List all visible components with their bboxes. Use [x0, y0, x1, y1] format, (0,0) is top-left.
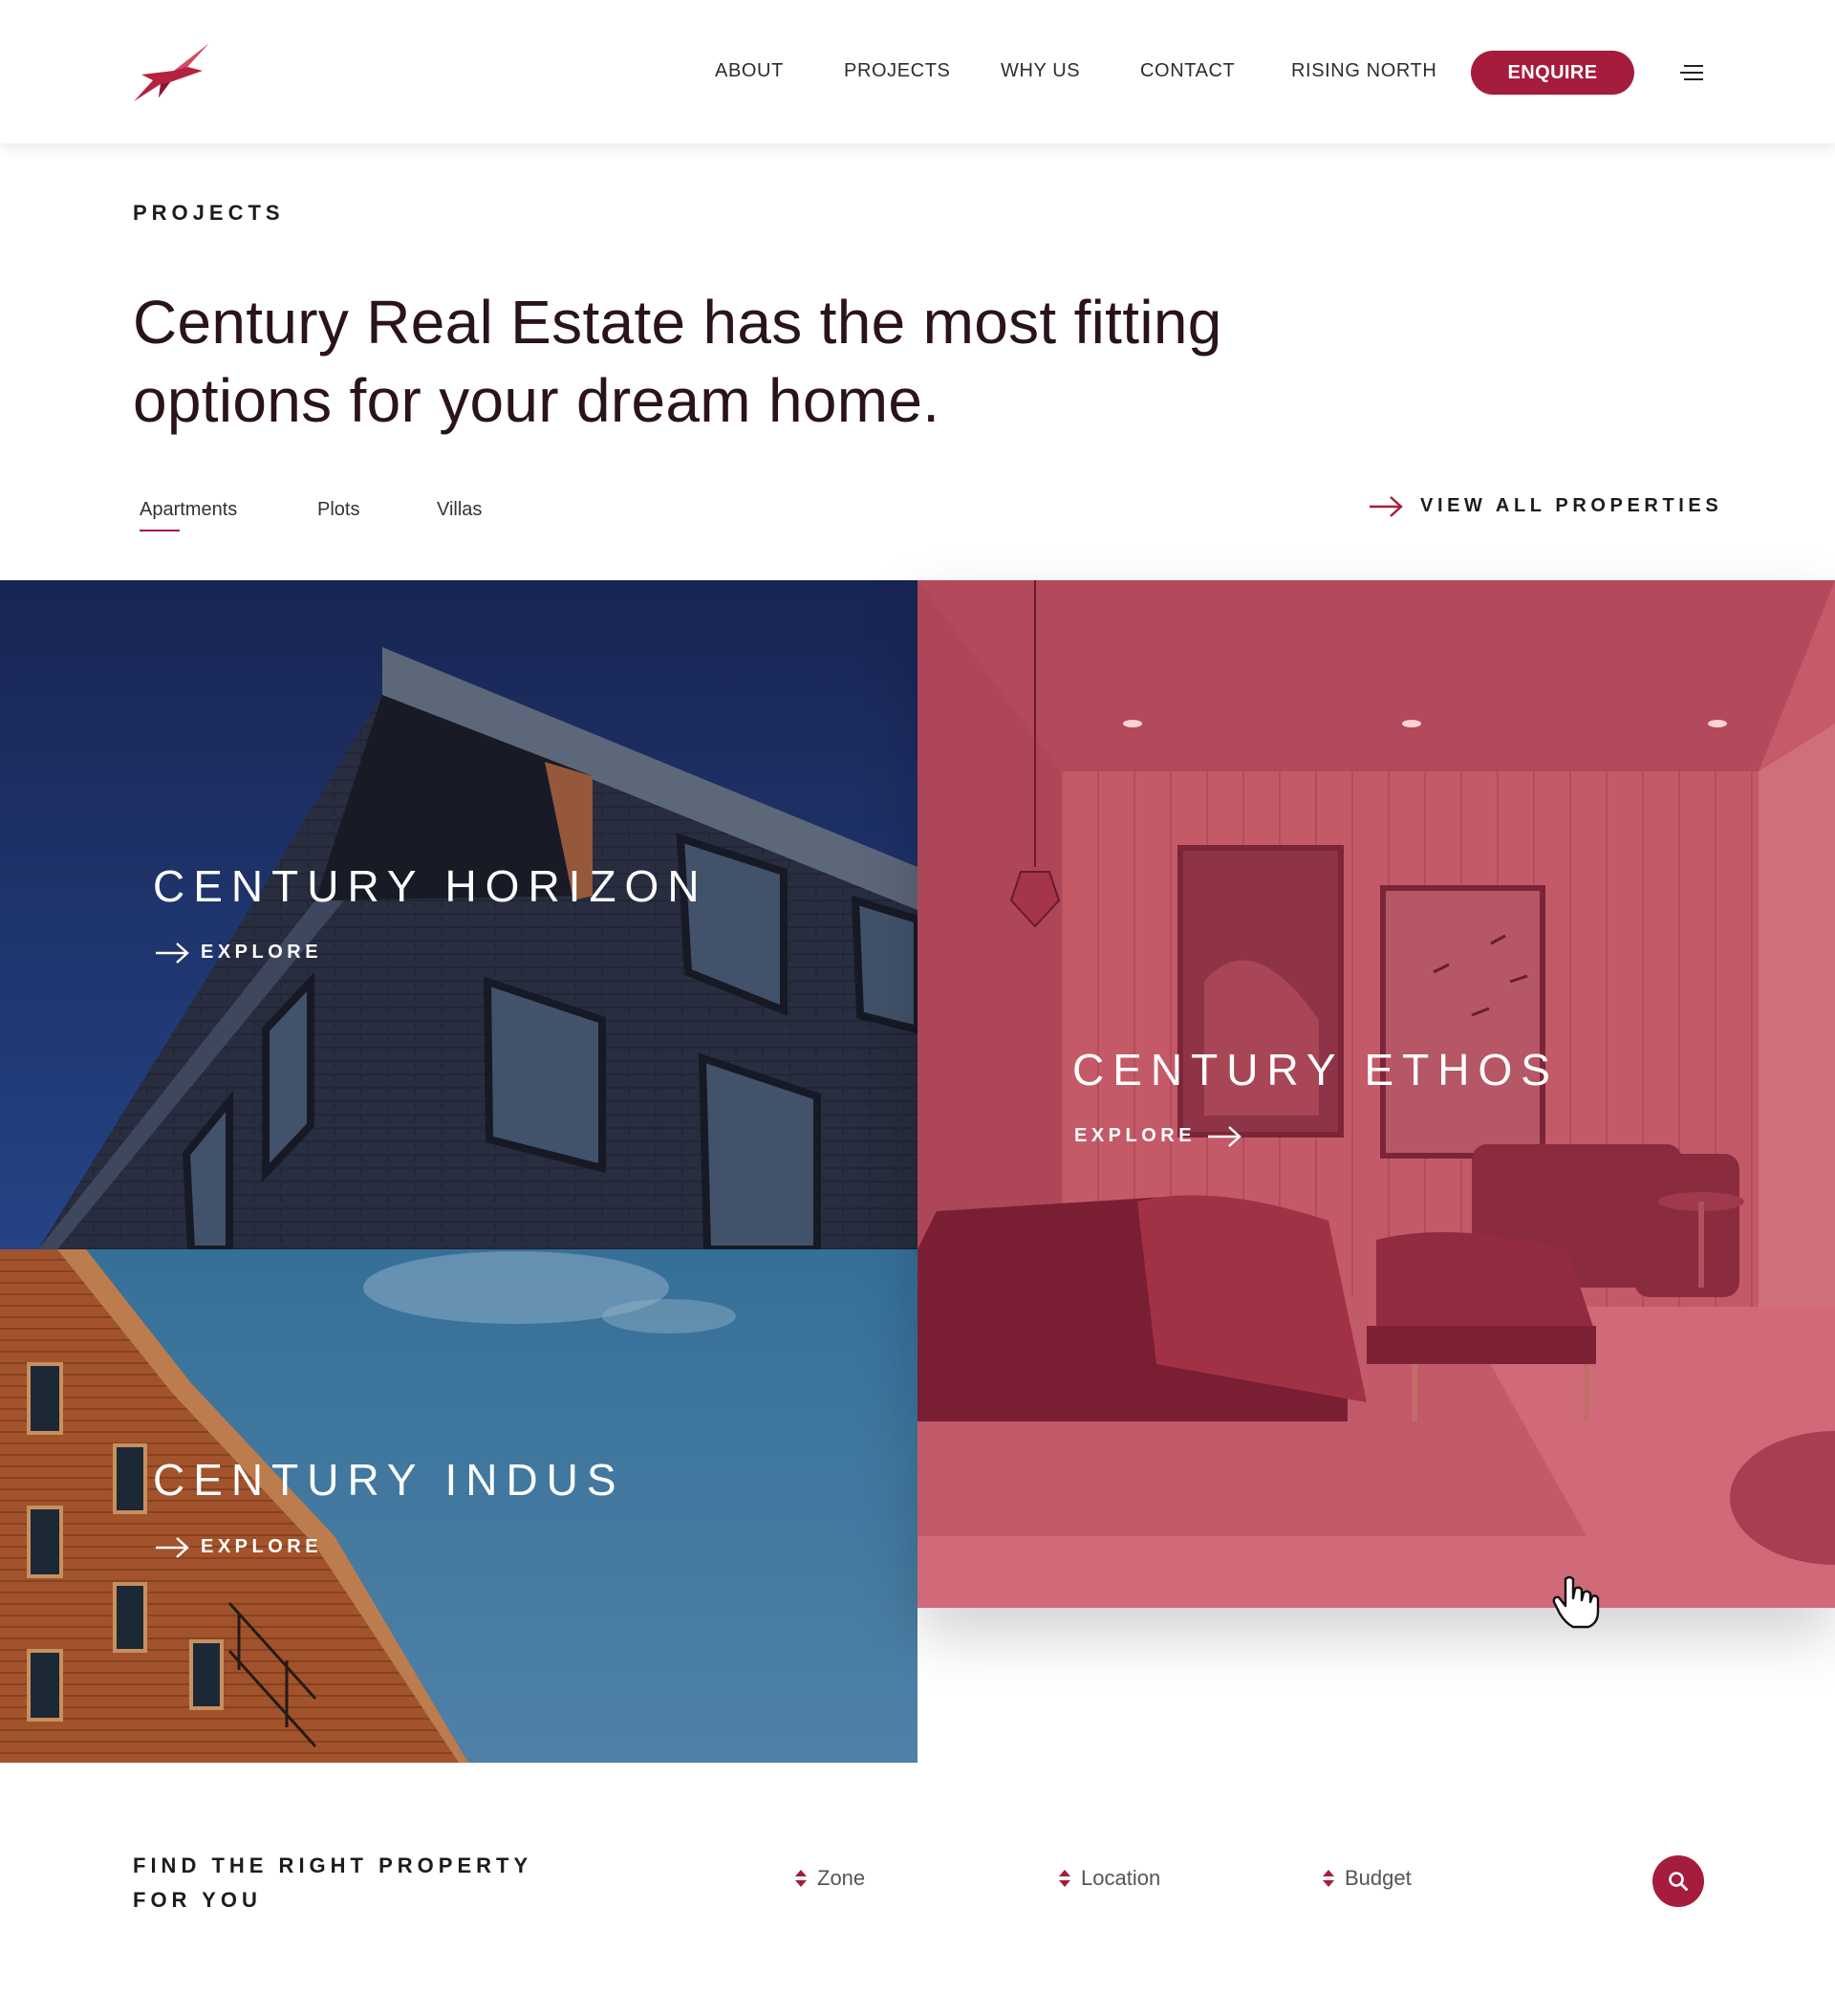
arrow-right-icon: [1370, 495, 1403, 517]
explore-horizon-label: EXPLORE: [201, 942, 323, 963]
nav-why-us[interactable]: WHY US: [1001, 60, 1080, 82]
tab-apartments[interactable]: Apartments: [140, 499, 237, 531]
tile-title-indus: CENTURY INDUS: [153, 1455, 625, 1505]
site-header: ABOUT PROJECTS WHY US CONTACT RISING NOR…: [0, 0, 1835, 143]
nav-contact[interactable]: CONTACT: [1140, 60, 1235, 82]
tile-title-horizon: CENTURY HORIZON: [153, 861, 708, 911]
arrow-right-icon: [1208, 1125, 1241, 1147]
headline-line-1: Century Real Estate has the most fitting: [133, 288, 1222, 357]
tile-title-ethos: CENTURY ETHOS: [1072, 1045, 1559, 1095]
projects-eyebrow: PROJECTS: [133, 201, 285, 225]
finder-title-line-2: FOR YOU: [133, 1888, 262, 1912]
arrow-right-icon: [156, 942, 189, 964]
search-icon: [1669, 1872, 1688, 1891]
page-headline: Century Real Estate has the most fitting…: [133, 283, 1280, 440]
budget-label: Budget: [1345, 1866, 1412, 1890]
headline-line-2: options for your dream home.: [133, 366, 940, 435]
explore-indus-label: EXPLORE: [201, 1536, 323, 1557]
view-all-properties-link[interactable]: VIEW ALL PROPERTIES: [1369, 495, 1722, 517]
hamburger-menu-icon[interactable]: [1680, 63, 1703, 82]
building-photo: [0, 1249, 918, 1763]
view-all-label: VIEW ALL PROPERTIES: [1420, 495, 1723, 516]
explore-ethos-link[interactable]: EXPLORE: [1074, 1125, 1241, 1147]
tab-villas[interactable]: Villas: [437, 499, 482, 521]
nav-about[interactable]: ABOUT: [715, 60, 784, 82]
tab-plots[interactable]: Plots: [317, 499, 359, 521]
zone-select[interactable]: Zone: [794, 1866, 865, 1891]
budget-select[interactable]: Budget: [1322, 1866, 1412, 1891]
hand-cursor-icon: [1552, 1575, 1600, 1629]
nav-rising-north[interactable]: RISING NORTH: [1291, 60, 1436, 82]
project-tile-indus[interactable]: CENTURY INDUS EXPLORE: [0, 1249, 918, 1763]
enquire-button[interactable]: ENQUIRE: [1471, 51, 1634, 95]
search-button[interactable]: [1652, 1855, 1704, 1907]
explore-ethos-label: EXPLORE: [1074, 1125, 1197, 1146]
explore-indus-link[interactable]: EXPLORE: [155, 1536, 322, 1558]
sort-caret-icon: [1323, 1870, 1334, 1887]
project-tile-horizon[interactable]: CENTURY HORIZON EXPLORE: [0, 580, 918, 1249]
century-star-logo[interactable]: [132, 42, 210, 103]
location-label: Location: [1081, 1866, 1161, 1890]
finder-title-line-1: FIND THE RIGHT PROPERTY: [133, 1853, 533, 1877]
finder-title: FIND THE RIGHT PROPERTY FOR YOU: [133, 1849, 572, 1918]
sort-caret-icon: [1059, 1870, 1070, 1887]
project-tile-ethos[interactable]: CENTURY ETHOS EXPLORE: [918, 580, 1835, 1608]
zone-label: Zone: [817, 1866, 866, 1890]
building-photo: [0, 580, 918, 1249]
location-select[interactable]: Location: [1058, 1866, 1160, 1891]
sort-caret-icon: [795, 1870, 807, 1887]
arrow-right-icon: [156, 1536, 189, 1558]
explore-horizon-link[interactable]: EXPLORE: [155, 942, 322, 964]
nav-projects[interactable]: PROJECTS: [844, 60, 950, 82]
